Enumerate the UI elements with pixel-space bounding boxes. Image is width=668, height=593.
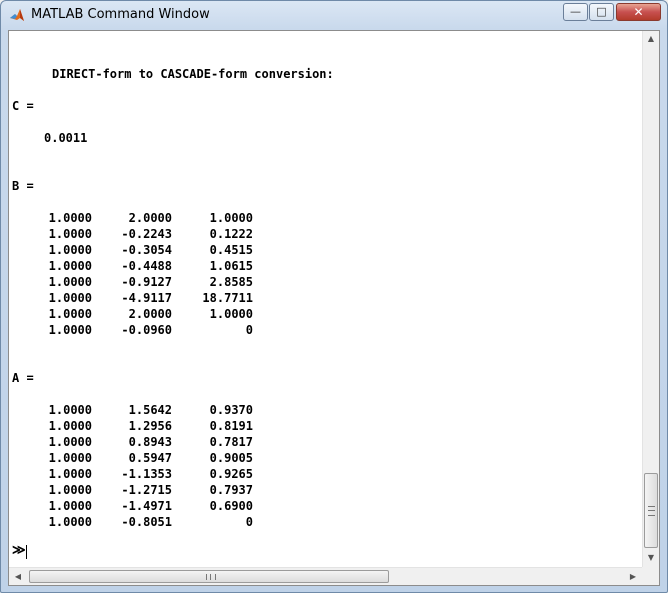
vertical-scrollbar[interactable]: ▲ ▼ — [642, 31, 659, 567]
matrix-cell: 0.9005 — [209, 451, 253, 465]
matrix-cell: -1.4971 — [121, 499, 172, 513]
vertical-scroll-thumb[interactable] — [644, 473, 658, 548]
variable-c-value: 0.0011 — [44, 131, 88, 145]
matrix-cell: 0.9265 — [209, 467, 253, 481]
scroll-right-icon[interactable]: ▶ — [625, 568, 641, 585]
matrix-cell: 1.0000 — [48, 275, 92, 289]
maximize-icon: □ — [596, 5, 607, 18]
matrix-cell: 1.0000 — [48, 211, 92, 225]
matrix-cell: 1.0000 — [48, 515, 92, 529]
matrix-cell: 1.0000 — [48, 483, 92, 497]
matrix-cell: 1.0000 — [209, 211, 253, 225]
matrix-cell: 0.7817 — [209, 435, 253, 449]
matrix-cell: 0.8191 — [209, 419, 253, 433]
matrix-cell: 2.0000 — [128, 211, 172, 225]
matrix-cell: 0.8943 — [128, 435, 172, 449]
matrix-cell: 1.0000 — [209, 307, 253, 321]
matrix-cell: 1.5642 — [128, 403, 172, 417]
matrix-cell: 1.0615 — [209, 259, 253, 273]
variable-b-label: B = — [12, 179, 34, 193]
matrix-cell: 1.0000 — [48, 467, 92, 481]
matrix-cell: 18.7711 — [202, 291, 253, 305]
matrix-cell: 1.0000 — [48, 259, 92, 273]
variable-a-label: A = — [12, 371, 34, 385]
matrix-cell: 2.8585 — [209, 275, 253, 289]
text-cursor — [26, 545, 27, 559]
horizontal-scroll-thumb[interactable] — [29, 570, 389, 583]
command-prompt[interactable]: ≫ — [12, 544, 26, 558]
matrix-cell: 1.2956 — [128, 419, 172, 433]
minimize-icon: — — [570, 5, 581, 18]
scroll-up-icon[interactable]: ▲ — [643, 31, 659, 47]
matrix-cell: 0.7937 — [209, 483, 253, 497]
matrix-cell: -0.2243 — [121, 227, 172, 241]
close-icon: ✕ — [633, 5, 644, 19]
matrix-cell: 1.0000 — [48, 451, 92, 465]
horizontal-scrollbar[interactable]: ◀ ▶ — [9, 567, 642, 585]
matrix-cell: 1.0000 — [48, 291, 92, 305]
matrix-cell: 1.0000 — [48, 499, 92, 513]
variable-c-label: C = — [12, 99, 34, 113]
matrix-cell: 0.4515 — [209, 243, 253, 257]
scroll-down-icon[interactable]: ▼ — [643, 550, 659, 566]
close-button[interactable]: ✕ — [616, 3, 661, 21]
console-output[interactable]: DIRECT-form to CASCADE-form conversion: … — [9, 31, 642, 567]
matlab-logo-icon — [10, 9, 24, 21]
scrollbar-corner — [642, 567, 659, 585]
output-heading: DIRECT-form to CASCADE-form conversion: — [52, 67, 334, 81]
matrix-cell: 0.6900 — [209, 499, 253, 513]
maximize-button[interactable]: □ — [589, 3, 614, 21]
matrix-cell: 0.5947 — [128, 451, 172, 465]
matrix-cell: 1.0000 — [48, 403, 92, 417]
matrix-cell: 0.1222 — [209, 227, 253, 241]
window-title: MATLAB Command Window — [31, 7, 210, 22]
minimize-button[interactable]: — — [563, 3, 588, 21]
matrix-cell: -0.3054 — [121, 243, 172, 257]
matlab-window: MATLAB Command Window — □ ✕ DIRECT-form … — [0, 0, 668, 593]
matrix-cell: 1.0000 — [48, 307, 92, 321]
scroll-left-icon[interactable]: ◀ — [10, 568, 26, 585]
matrix-cell: 0 — [245, 323, 253, 337]
matrix-cell: 0.9370 — [209, 403, 253, 417]
matrix-cell: 1.0000 — [48, 243, 92, 257]
title-bar[interactable]: MATLAB Command Window — □ ✕ — [1, 1, 667, 30]
matrix-cell: 1.0000 — [48, 227, 92, 241]
matrix-cell: -0.9127 — [121, 275, 172, 289]
grip-icon — [206, 574, 216, 580]
matrix-cell: -0.0960 — [121, 323, 172, 337]
matrix-cell: -0.8051 — [121, 515, 172, 529]
matrix-cell: -1.2715 — [121, 483, 172, 497]
grip-icon — [648, 506, 655, 516]
matrix-cell: 1.0000 — [48, 435, 92, 449]
matrix-cell: 1.0000 — [48, 323, 92, 337]
matrix-cell: -1.1353 — [121, 467, 172, 481]
matrix-cell: -4.9117 — [121, 291, 172, 305]
matrix-cell: 1.0000 — [48, 419, 92, 433]
matrix-cell: -0.4488 — [121, 259, 172, 273]
matrix-cell: 2.0000 — [128, 307, 172, 321]
command-window-client: DIRECT-form to CASCADE-form conversion: … — [8, 30, 660, 586]
matrix-cell: 0 — [245, 515, 253, 529]
